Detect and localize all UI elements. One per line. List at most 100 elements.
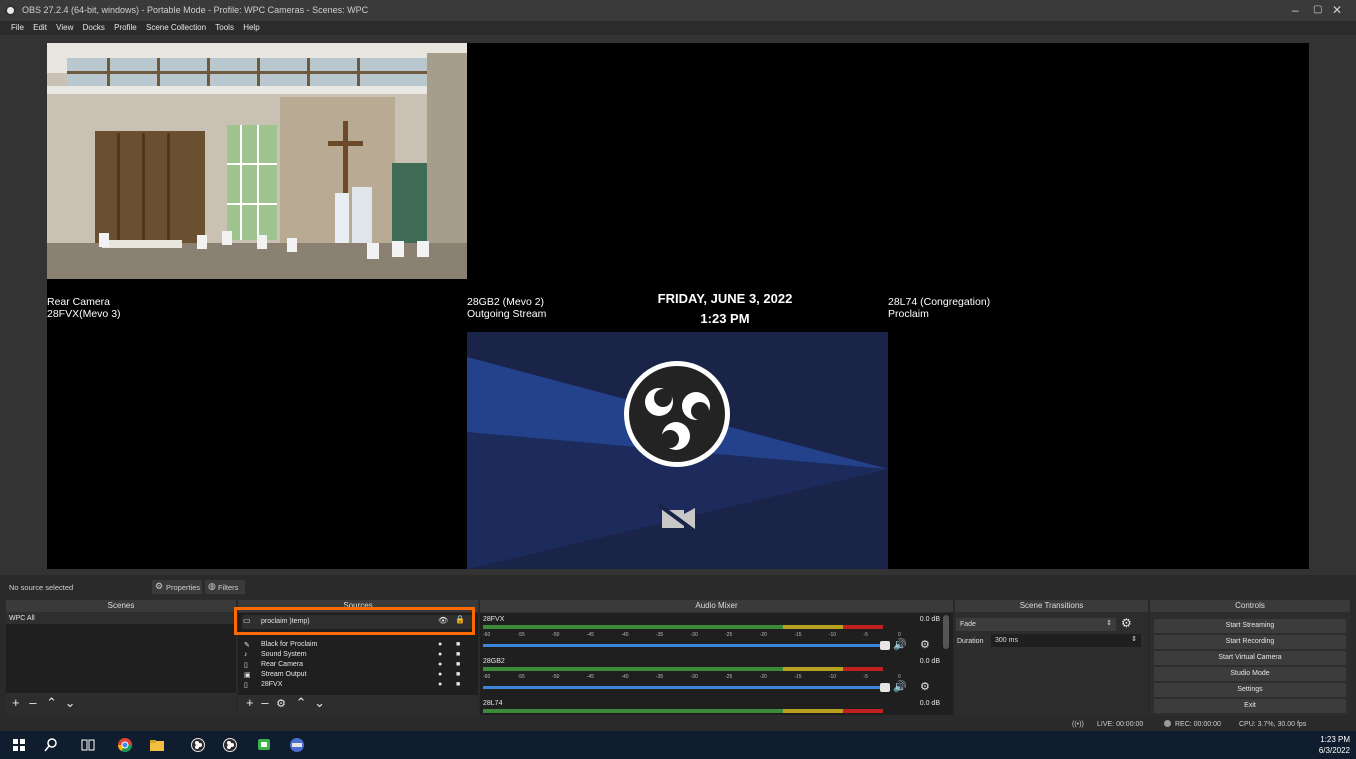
remove-source-icon[interactable]: – [261,695,268,710]
windows-start-icon[interactable] [11,737,27,753]
lock-icon[interactable]: ■ [456,671,460,678]
start-virtual-camera-button[interactable]: Start Virtual Camera [1154,651,1346,665]
meter-scale-label: -25 [725,632,733,638]
source-item[interactable]: ▭ proclaim )temp) 👁 🔒 [242,615,472,629]
meter-scale-label: -5 [863,632,868,638]
meter-scale-label: -25 [725,674,733,680]
speaker-icon[interactable]: 🔊 [893,680,907,693]
clock-date: 6/3/2022 [1318,746,1350,755]
volume-slider-handle[interactable] [880,683,890,692]
speaker-icon[interactable]: 🔊 [893,638,907,651]
menu-profile[interactable]: Profile [114,21,137,35]
time-text: 1:23 PM [700,311,750,326]
menu-scene-collection[interactable]: Scene Collection [146,21,206,35]
properties-button[interactable]: ⚙ Properties [152,580,202,594]
mixer-channel: 28FVX 0.0 dB -60 -55 -50 -45 -40 -35 -30 -25 -20… [480,613,940,653]
start-recording-button[interactable]: Start Recording [1154,635,1346,649]
eye-icon[interactable]: ● [438,681,442,688]
start-streaming-button[interactable]: Start Streaming [1154,619,1346,633]
eye-icon[interactable]: ● [438,661,442,668]
menu-tools[interactable]: Tools [215,21,234,35]
add-scene-icon[interactable]: + [12,695,20,710]
volume-slider-handle[interactable] [880,641,890,650]
volume-slider[interactable] [483,644,883,647]
volume-meter [483,625,883,629]
brush-icon: ✎ [244,642,250,649]
mixer-scrollbar[interactable] [943,615,949,649]
move-up-icon[interactable]: ⌃ [46,695,57,710]
lock-icon[interactable]: ■ [456,661,460,668]
lock-icon[interactable]: ■ [456,641,460,648]
volume-meter [483,667,883,671]
church-interior-image [47,43,467,279]
meter-scale-label: -35 [655,674,664,680]
eye-icon[interactable]: ● [438,671,442,678]
28fvx-label: 28FVX(Mevo 3) [47,308,121,320]
search-icon[interactable] [43,737,59,753]
gear-icon: ⚙ [155,581,164,591]
gear-icon[interactable]: ⚙ [276,698,286,710]
filters-button[interactable]: ◍ Filters [205,580,245,594]
menu-file[interactable]: File [11,21,24,35]
maximize-button[interactable]: ▢ [1313,4,1322,15]
close-button[interactable]: ✕ [1332,3,1342,17]
studio-mode-button[interactable]: Studio Mode [1154,667,1346,681]
duration-field[interactable]: 300 ms ⇕ [991,634,1141,647]
live-status: LIVE: 00:00:00 [1097,721,1144,728]
status-bar: ((•)) LIVE: 00:00:00 REC: 00:00:00 CPU: … [0,717,1356,731]
obs-logo-icon [5,5,16,16]
28l74-label: 28L74 (Congregation) [888,296,991,308]
menu-help[interactable]: Help [243,21,259,35]
channel-name: 28L74 [483,700,503,707]
move-down-icon[interactable]: ⌄ [65,695,76,710]
scene-item[interactable]: WPC All [6,613,236,624]
eye-icon[interactable]: 👁 [438,616,448,625]
lock-icon[interactable]: 🔒 [455,615,465,624]
meter-scale-label: -60 [483,674,491,680]
meter-scale-label: -40 [621,632,629,638]
mixer-channel: 28L74 0.0 dB [480,697,940,715]
obs-taskbar-icon[interactable] [190,737,206,753]
eye-icon[interactable]: ● [438,651,442,658]
sources-dock: Sources ▭ proclaim )temp) 👁 🔒 ✎ Black fo… [234,600,478,715]
duration-label: Duration [957,638,984,645]
spinner-icon[interactable]: ⇕ [1131,635,1137,643]
settings-button[interactable]: Settings [1154,683,1346,697]
move-down-icon[interactable]: ⌄ [314,695,325,710]
meter-scale-label: -45 [586,674,594,680]
taskbar-clock[interactable]: 1:23 PM 6/3/2022 [1295,734,1350,756]
lock-icon[interactable]: ■ [456,681,460,688]
menu-edit[interactable]: Edit [33,21,47,35]
menu-view[interactable]: View [56,21,73,35]
sources-list[interactable]: ▭ proclaim )temp) 👁 🔒 ✎ Black for Procla… [234,607,478,695]
stream-output-feed [467,332,888,569]
outgoing-stream-label: Outgoing Stream [467,308,547,320]
obs-second-taskbar-icon[interactable] [222,737,238,753]
minimize-button[interactable]: – [1292,3,1299,17]
gear-icon[interactable]: ⚙ [1121,616,1132,630]
task-view-icon[interactable] [80,737,96,753]
scenes-list[interactable]: WPC All [6,613,236,693]
app-taskbar-icon[interactable] [289,737,305,753]
remove-scene-icon[interactable]: – [29,695,36,710]
chrome-icon[interactable] [117,737,133,753]
transition-select[interactable]: Fade ⇕ [956,618,1116,631]
file-explorer-icon[interactable] [149,737,165,753]
exit-button[interactable]: Exit [1154,699,1346,713]
gear-icon[interactable]: ⚙ [920,638,930,651]
channel-name: 28GB2 [483,658,505,665]
menu-docks[interactable]: Docks [83,21,105,35]
eye-icon[interactable]: ● [438,641,442,648]
lock-icon[interactable]: ■ [456,651,460,658]
chat-app-icon[interactable] [256,737,272,753]
add-source-icon[interactable]: + [246,695,254,710]
volume-slider[interactable] [483,686,883,689]
meter-scale-label: -55 [517,632,525,638]
channel-db: 0.0 dB [919,700,940,707]
move-up-icon[interactable]: ⌃ [296,695,307,710]
rec-status: REC: 00:00:00 [1175,721,1221,728]
meter-scale-label: -30 [690,632,698,638]
properties-bar: No source selected ⚙ Properties ◍ Filter… [0,577,1356,598]
gear-icon[interactable]: ⚙ [920,680,930,693]
microphone-icon: ♪ [244,651,248,658]
